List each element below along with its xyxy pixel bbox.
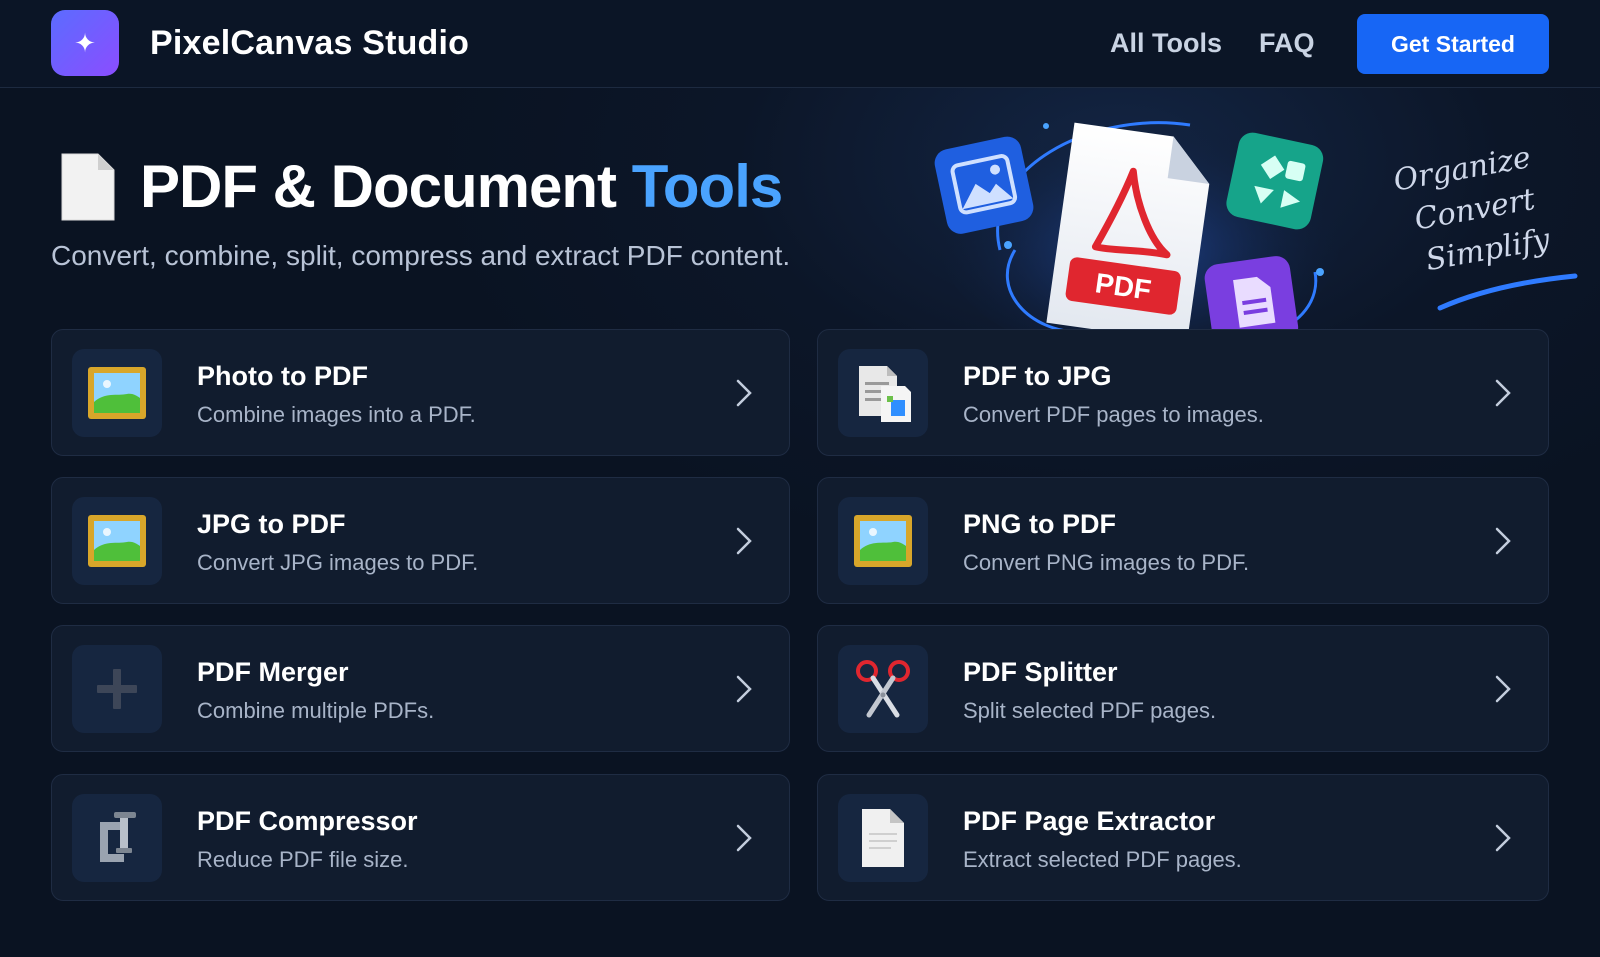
chevron-right-icon <box>736 675 752 703</box>
tool-description: Combine images into a PDF. <box>197 402 476 427</box>
chevron-right-icon <box>736 379 752 407</box>
tool-card-png-to-pdf[interactable]: PNG to PDF Convert PNG images to PDF. <box>817 477 1549 604</box>
tool-description: Convert PDF pages to images. <box>963 402 1264 427</box>
plus-icon <box>72 645 162 733</box>
tool-card-pdf-splitter[interactable]: PDF Splitter Split selected PDF pages. <box>817 625 1549 752</box>
top-navbar: ✦ PixelCanvas Studio All Tools FAQ Get S… <box>0 0 1600 88</box>
picture-frame-icon <box>72 349 162 437</box>
tool-title: PNG to PDF <box>963 509 1116 539</box>
clamp-icon <box>72 794 162 882</box>
hero-illustration: PDF <box>934 120 1340 332</box>
doc-tile-icon <box>1204 256 1299 332</box>
tool-description: Split selected PDF pages. <box>963 698 1217 723</box>
nav-faq[interactable]: FAQ <box>1259 28 1315 59</box>
chevron-right-icon <box>1495 527 1511 555</box>
tool-title: Photo to PDF <box>197 361 368 391</box>
tool-description: Convert JPG images to PDF. <box>197 550 479 575</box>
tool-card-jpg-to-pdf[interactable]: JPG to PDF Convert JPG images to PDF. <box>51 477 790 604</box>
tool-card-photo-to-pdf[interactable]: Photo to PDF Combine images into a PDF. <box>51 329 790 456</box>
swoosh-underline <box>1437 273 1578 311</box>
picture-frame-icon <box>72 497 162 585</box>
picture-frame-icon <box>838 497 928 585</box>
get-started-button[interactable]: Get Started <box>1357 14 1549 74</box>
chevron-right-icon <box>736 824 752 852</box>
title-accent: Tools <box>631 153 784 220</box>
nav-all-tools[interactable]: All Tools <box>1110 28 1222 59</box>
tool-title: PDF Merger <box>197 657 349 687</box>
title-main: PDF & Document <box>140 153 632 220</box>
tool-title: PDF to JPG <box>963 361 1112 391</box>
hero-tagline: Organize Convert Simplify <box>1390 131 1584 285</box>
page-icon <box>838 794 928 882</box>
image-tile-icon <box>934 136 1034 234</box>
tool-title: PDF Page Extractor <box>963 806 1216 836</box>
shapes-tile-icon <box>1226 132 1324 230</box>
tool-title: JPG to PDF <box>197 509 346 539</box>
tool-card-pdf-page-extractor[interactable]: PDF Page Extractor Extract selected PDF … <box>817 774 1549 901</box>
scissors-icon <box>838 645 928 733</box>
document-image-icon <box>838 349 928 437</box>
tool-title: PDF Splitter <box>963 657 1118 687</box>
page-subtitle: Convert, combine, split, compress and ex… <box>51 240 791 271</box>
sparkle-icon[interactable]: ✦ <box>51 10 119 76</box>
tool-description: Extract selected PDF pages. <box>963 847 1242 872</box>
tool-description: Combine multiple PDFs. <box>197 698 435 723</box>
tool-title: PDF Compressor <box>197 806 418 836</box>
chevron-right-icon <box>736 527 752 555</box>
chevron-right-icon <box>1495 379 1511 407</box>
tool-description: Reduce PDF file size. <box>197 847 409 872</box>
page-title: PDF & Document Tools <box>140 152 784 221</box>
tool-description: Convert PNG images to PDF. <box>963 550 1250 575</box>
chevron-right-icon <box>1495 824 1511 852</box>
tool-card-pdf-to-jpg[interactable]: PDF to JPG Convert PDF pages to images. <box>817 329 1549 456</box>
chevron-right-icon <box>1495 675 1511 703</box>
tool-card-pdf-compressor[interactable]: PDF Compressor Reduce PDF file size. <box>51 774 790 901</box>
document-icon <box>61 153 115 221</box>
brand-name[interactable]: PixelCanvas Studio <box>150 24 469 63</box>
tool-card-pdf-merger[interactable]: PDF Merger Combine multiple PDFs. <box>51 625 790 752</box>
